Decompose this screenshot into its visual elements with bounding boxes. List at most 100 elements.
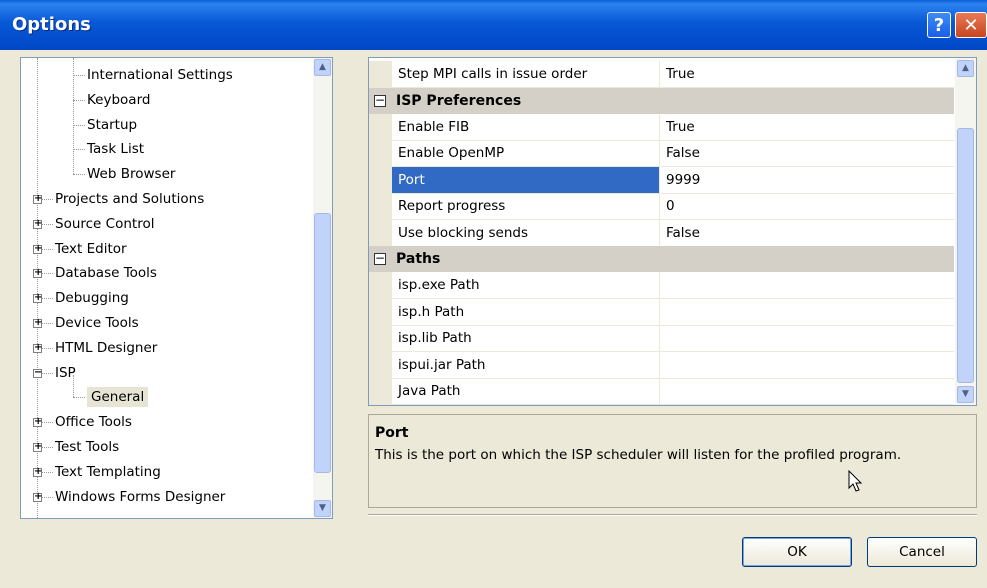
property-value[interactable] [660,272,953,298]
property-name[interactable]: Step MPI calls in issue order [392,61,660,87]
row-gutter [369,298,392,326]
tree-scrollbar[interactable]: ▲ ▼ [313,58,332,518]
tree-item[interactable]: Projects and Solutions [55,187,204,211]
grid-scroll-thumb[interactable] [957,128,974,383]
tree-branch-line [73,374,74,398]
property-value[interactable]: True [660,61,953,87]
property-name[interactable]: Enable FIB [392,113,660,140]
tree-item-label: Office Tools [55,414,132,431]
property-value[interactable] [660,299,953,325]
ok-button[interactable]: OK [742,537,852,567]
property-row[interactable]: ispui.jar Path [369,351,954,379]
property-row[interactable]: isp.lib Path [369,325,954,352]
property-value[interactable]: 9999 [660,167,953,193]
tree-item[interactable]: Text Editor [55,237,127,261]
expand-plus-icon[interactable]: + [33,218,42,229]
property-row[interactable]: isp.exe Path [369,272,954,299]
expand-plus-icon[interactable]: + [33,268,42,279]
mouse-cursor-icon [848,470,863,492]
collapse-minus-icon[interactable]: − [33,367,42,378]
expand-plus-icon[interactable]: + [33,466,42,477]
expand-plus-icon[interactable]: + [33,442,42,452]
row-gutter [369,325,392,352]
property-row[interactable]: Use blocking sends False [369,219,954,247]
property-value[interactable]: 0 [660,193,953,219]
expand-plus-icon[interactable]: + [33,318,42,328]
property-name[interactable]: isp.exe Path [392,272,660,298]
expand-plus-icon[interactable]: + [33,417,42,428]
property-row[interactable]: Enable OpenMP False [369,140,954,167]
category-row[interactable]: − ISP Preferences [369,87,954,114]
category-collapse-icon[interactable]: − [374,94,386,107]
grid-scroll-down-icon[interactable]: ▼ [957,386,974,403]
tree-item[interactable]: HTML Designer [55,336,157,360]
property-value[interactable]: True [660,114,953,140]
close-button[interactable]: ✕ [955,12,987,38]
property-row[interactable]: isp.h Path [369,298,954,326]
category-row[interactable]: − Paths [369,246,954,272]
tree-item[interactable]: Windows Forms Designer [55,485,225,509]
property-row[interactable]: Port 9999 [369,166,954,194]
tree-connector-line [73,124,85,126]
property-name[interactable]: Java Path [392,378,660,404]
property-grid[interactable]: Step MPI calls in issue order True − ISP Pr… [368,57,977,406]
category-collapse-icon[interactable]: − [374,252,386,265]
property-row[interactable]: Enable FIB True [369,113,954,141]
category-label: Paths [396,251,441,267]
expand-plus-icon[interactable]: + [33,194,42,204]
tree-connector-line [73,75,85,76]
tree-item[interactable]: General [87,385,149,409]
tree-item[interactable]: Keyboard [87,88,150,112]
property-row[interactable]: Java Path [369,378,954,405]
tree-item-label: Startup [87,116,138,133]
tree-item-label: Source Control [55,215,155,232]
tree-item[interactable]: Database Tools [55,261,157,285]
scroll-down-icon[interactable]: ▼ [314,500,331,517]
property-name[interactable]: isp.h Path [392,298,660,325]
scroll-up-icon[interactable]: ▲ [314,59,331,76]
tree-item[interactable]: International Settings [87,63,233,87]
property-value[interactable]: False [660,140,953,166]
tree-item[interactable]: Text Templating [55,460,161,484]
tree-item-label: Projects and Solutions [55,191,205,207]
tree-item-label: Windows Forms Designer [55,488,226,505]
expand-plus-icon[interactable]: + [33,293,42,304]
property-value[interactable] [660,352,953,378]
tree-item[interactable]: Device Tools [55,311,139,335]
description-text: This is the port on which the ISP schedu… [375,447,902,463]
tree-item[interactable]: Startup [87,113,137,137]
property-name[interactable]: Enable OpenMP [392,140,660,166]
tree-item[interactable]: Web Browser [87,162,175,186]
property-row[interactable]: Step MPI calls in issue order True [369,61,954,88]
title-bar: Options ? ✕ [0,0,987,50]
tree-item-label: Keyboard [87,91,151,108]
tree-item[interactable]: Debugging [55,286,129,310]
expand-plus-icon[interactable]: + [33,491,42,502]
tree-item-label: Web Browser [87,166,176,183]
row-gutter [369,272,392,299]
property-name[interactable]: ispui.jar Path [392,351,660,378]
options-tree[interactable]: International Settings Keyboard Startup Tas… [20,57,333,519]
expand-plus-icon[interactable]: + [33,243,42,254]
property-name[interactable]: Port [392,166,660,193]
tree-item-label: General [87,387,149,408]
property-value[interactable] [660,378,953,404]
expand-plus-icon[interactable]: + [33,342,42,353]
property-name[interactable]: Report progress [392,193,660,219]
tree-item[interactable]: Office Tools [55,410,132,434]
help-button[interactable]: ? [927,12,951,38]
property-name[interactable]: Use blocking sends [392,219,660,246]
tree-item[interactable]: Task List [87,137,144,161]
category-label: ISP Preferences [396,92,522,109]
property-row[interactable]: Report progress 0 [369,193,954,220]
tree-item[interactable]: Source Control [55,212,154,236]
row-gutter [369,193,392,220]
property-value[interactable] [660,325,953,351]
tree-item[interactable]: Test Tools [55,435,119,459]
property-name[interactable]: isp.lib Path [392,325,660,351]
grid-scroll-up-icon[interactable]: ▲ [957,60,974,77]
property-value[interactable]: False [660,220,953,246]
tree-scroll-thumb[interactable] [314,213,331,473]
grid-scrollbar[interactable]: ▲ ▼ [955,58,976,405]
cancel-button[interactable]: Cancel [867,537,977,567]
